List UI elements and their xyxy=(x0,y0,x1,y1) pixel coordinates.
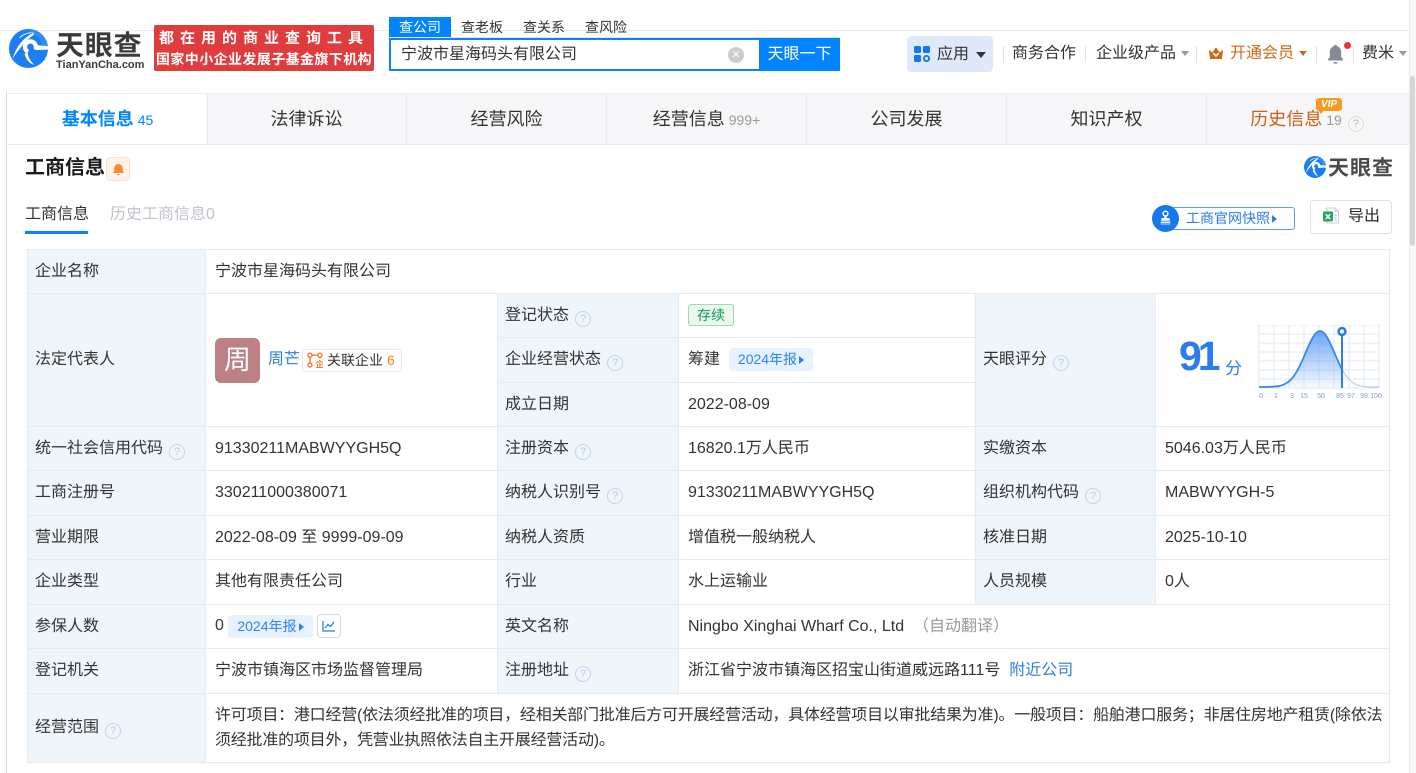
svg-text:50: 50 xyxy=(1317,393,1325,400)
svg-text:15: 15 xyxy=(1300,393,1308,400)
svg-text:0: 0 xyxy=(1259,393,1263,400)
svg-text:97: 97 xyxy=(1347,393,1355,400)
svg-text:1: 1 xyxy=(1274,393,1278,400)
svg-text:企: 企 xyxy=(315,357,323,368)
svg-text:99: 99 xyxy=(1360,393,1368,400)
svg-text:85: 85 xyxy=(1336,393,1344,400)
svg-text:3: 3 xyxy=(1290,393,1294,400)
svg-text:100: 100 xyxy=(1370,393,1382,400)
